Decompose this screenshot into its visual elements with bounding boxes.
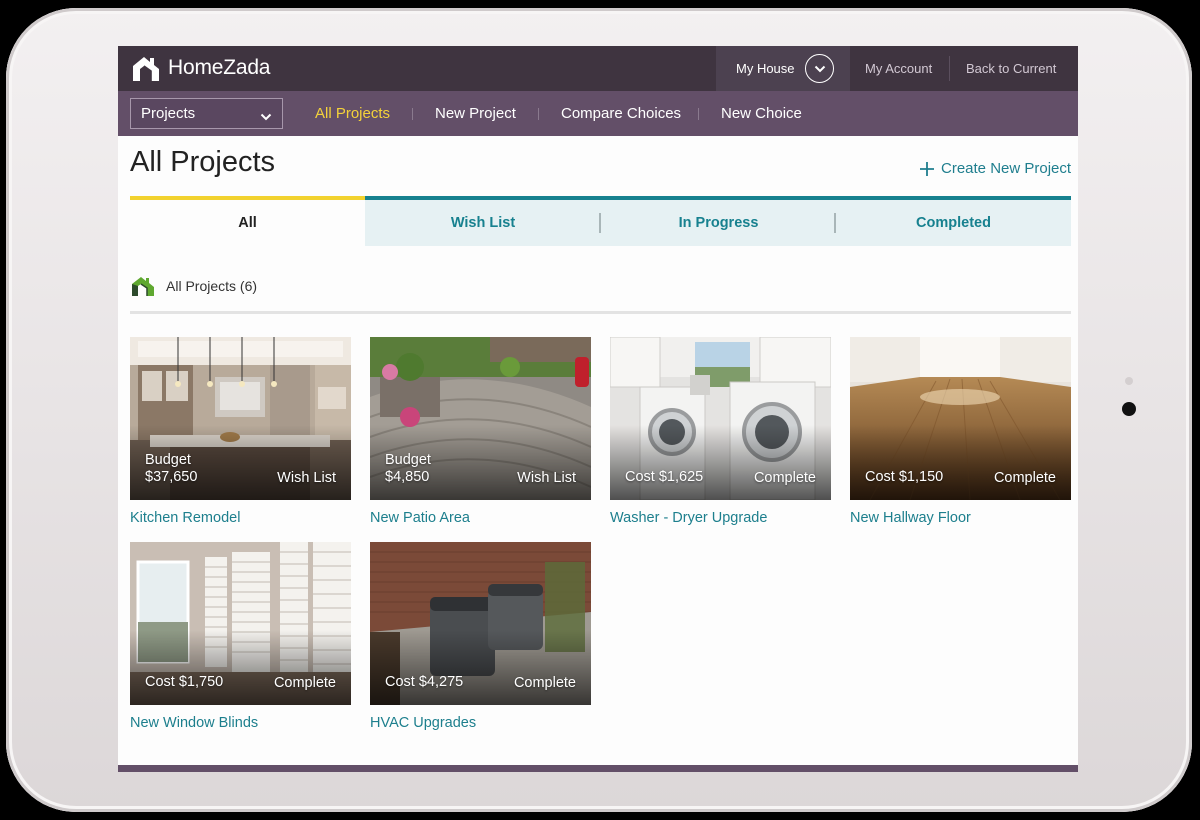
top-divider <box>949 56 950 81</box>
my-account-link[interactable]: My Account <box>865 46 932 91</box>
project-image[interactable]: Budget $37,650 Wish List <box>130 337 351 500</box>
project-title-link[interactable]: New Window Blinds <box>130 715 351 731</box>
budget-amount: Budget $37,650 <box>145 452 197 486</box>
project-title-link[interactable]: Washer - Dryer Upgrade <box>610 510 831 526</box>
nav-divider <box>412 108 413 120</box>
section-divider <box>130 311 1071 314</box>
project-title-link[interactable]: New Patio Area <box>370 510 591 526</box>
section-label: All Projects (6) <box>166 278 258 294</box>
image-shade <box>850 425 1071 500</box>
project-status: Complete <box>993 470 1056 486</box>
projects-house-icon <box>132 277 154 296</box>
project-image[interactable]: Budget $4,850 Wish List <box>370 337 591 500</box>
nav-compare-choices[interactable]: Compare Choices <box>561 91 681 136</box>
project-title-link[interactable]: Kitchen Remodel <box>130 510 351 526</box>
tab-divider <box>834 213 836 233</box>
sub-nav: Projects All Projects New Project Compar… <box>118 91 1078 136</box>
tab-wish-list[interactable]: Wish List <box>365 196 601 246</box>
project-status: Wish List <box>517 470 576 486</box>
project-status: Complete <box>753 470 816 486</box>
create-new-project-label: Create New Project <box>941 160 1072 177</box>
section-header: All Projects (6) <box>130 274 257 298</box>
image-shade <box>130 630 351 705</box>
project-card[interactable]: Budget $37,650 Wish List Kitchen Remodel <box>130 337 351 526</box>
app-screen: HomeZada My House My Account Back to Cur… <box>118 46 1078 772</box>
image-shade <box>370 630 591 705</box>
page-title: All Projects <box>130 146 276 178</box>
tab-divider <box>599 213 601 233</box>
nav-divider <box>538 108 539 120</box>
image-shade <box>610 425 831 500</box>
nav-new-choice[interactable]: New Choice <box>721 91 802 136</box>
project-card[interactable]: Budget $4,850 Wish List New Patio Area <box>370 337 591 526</box>
budget-label: Budget <box>145 452 191 468</box>
project-image[interactable]: Cost $1,750 Complete <box>130 542 351 705</box>
plus-icon <box>920 161 934 176</box>
module-select[interactable]: Projects <box>130 98 283 129</box>
budget-label: Budget <box>385 452 431 468</box>
project-card[interactable]: Cost $1,150 Complete New Hallway Floor <box>850 337 1071 526</box>
project-image[interactable]: Cost $1,625 Complete <box>610 337 831 500</box>
project-image[interactable]: Cost $4,275 Complete <box>370 542 591 705</box>
nav-divider <box>698 108 699 120</box>
project-status: Complete <box>273 675 336 691</box>
budget-value: $4,850 <box>385 469 430 485</box>
top-bar: HomeZada My House My Account Back to Cur… <box>118 46 1078 91</box>
project-title-link[interactable]: HVAC Upgrades <box>370 715 591 731</box>
tab-all[interactable]: All <box>130 196 365 246</box>
house-selector[interactable]: My House <box>716 46 850 91</box>
project-card[interactable]: Cost $4,275 Complete HVAC Upgrades <box>370 542 591 731</box>
tab-completed[interactable]: Completed <box>836 196 1071 246</box>
house-selector-label: My House <box>736 61 795 76</box>
cost-amount: Cost $1,625 <box>625 469 704 485</box>
house-logo-icon <box>133 57 159 81</box>
nav-all-projects[interactable]: All Projects <box>315 91 390 136</box>
module-select-value: Projects <box>141 105 196 122</box>
chevron-down-icon[interactable] <box>805 54 834 83</box>
budget-value: $37,650 <box>145 469 198 485</box>
budget-amount: Budget $4,850 <box>385 452 431 486</box>
project-status: Complete <box>513 675 576 691</box>
status-tabs: All Wish List In Progress Completed <box>130 196 1071 246</box>
footer-bar <box>118 765 1078 772</box>
chevron-down-icon <box>260 108 272 125</box>
camera-dot <box>1122 402 1136 416</box>
tab-in-progress[interactable]: In Progress <box>601 196 836 246</box>
logo[interactable]: HomeZada <box>130 53 270 83</box>
project-title-link[interactable]: New Hallway Floor <box>850 510 1071 526</box>
cost-amount: Cost $1,750 <box>145 674 224 690</box>
back-to-current-link[interactable]: Back to Current <box>966 46 1056 91</box>
sensor-dot <box>1125 377 1133 385</box>
cost-amount: Cost $4,275 <box>385 674 464 690</box>
project-image[interactable]: Cost $1,150 Complete <box>850 337 1071 500</box>
create-new-project-link[interactable]: Create New Project <box>920 160 1071 177</box>
cost-amount: Cost $1,150 <box>865 469 944 485</box>
nav-new-project[interactable]: New Project <box>435 91 516 136</box>
project-card[interactable]: Cost $1,625 Complete Washer - Dryer Upgr… <box>610 337 831 526</box>
project-status: Wish List <box>277 470 336 486</box>
logo-text: HomeZada <box>168 56 271 79</box>
project-card[interactable]: Cost $1,750 Complete New Window Blinds <box>130 542 351 731</box>
